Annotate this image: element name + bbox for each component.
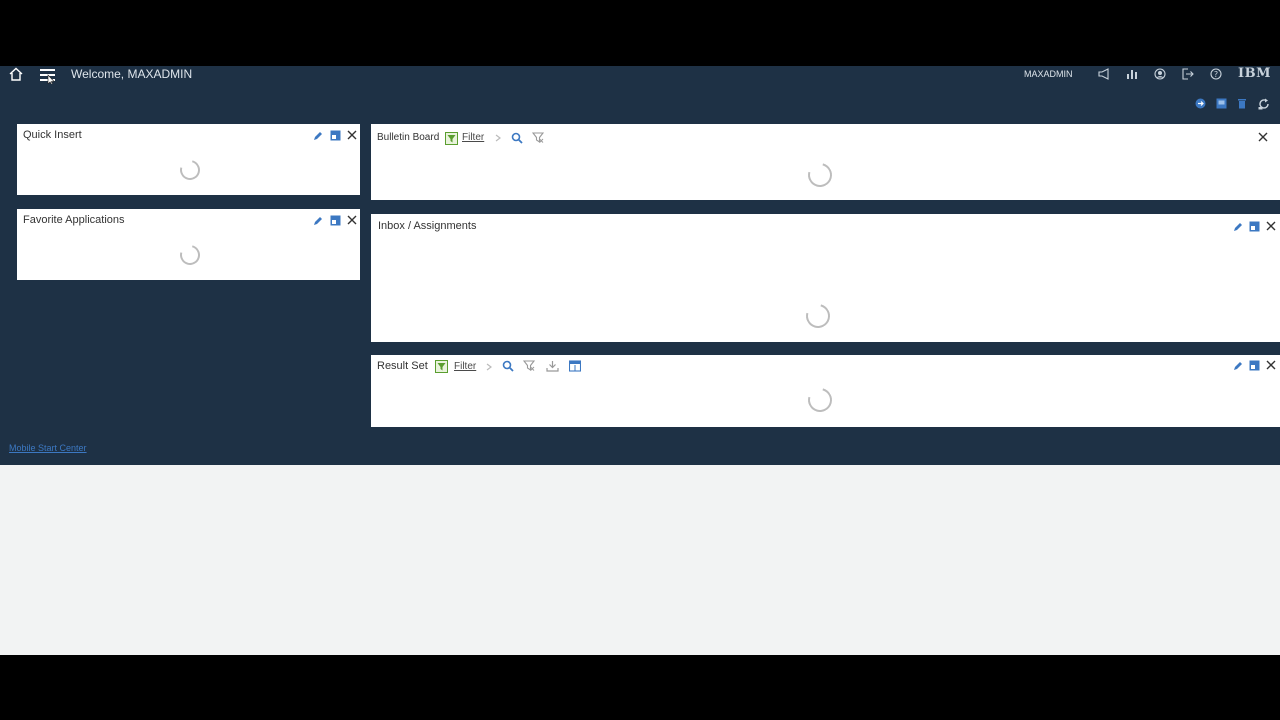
welcome-message: Welcome, MAXADMIN — [71, 67, 193, 81]
go-arrow-icon[interactable] — [1194, 97, 1206, 109]
maximize-icon[interactable] — [1248, 220, 1260, 232]
close-icon[interactable] — [346, 129, 358, 141]
reports-chart-icon[interactable] — [1125, 67, 1139, 81]
top-navigation-bar: Welcome, MAXADMIN MAXADMIN ? IBM — [0, 66, 1280, 84]
refresh-icon[interactable] — [1257, 97, 1270, 110]
sign-out-icon[interactable] — [1181, 67, 1195, 81]
maximo-start-center: Welcome, MAXADMIN MAXADMIN ? IBM Quick I… — [0, 66, 1280, 655]
bulletin-board-portlet: Bulletin Board Filter — [371, 124, 1280, 200]
favorite-applications-title: Favorite Applications — [23, 214, 125, 226]
user-name: MAXADMIN — [1024, 69, 1073, 79]
quick-insert-title: Quick Insert — [23, 129, 82, 141]
delete-icon[interactable] — [1236, 97, 1248, 109]
inbox-assignments-title: Inbox / Assignments — [378, 220, 477, 232]
help-icon[interactable]: ? — [1209, 67, 1223, 81]
download-icon[interactable] — [545, 359, 559, 372]
profile-icon[interactable] — [1153, 67, 1167, 81]
filter-link[interactable]: Filter — [454, 361, 476, 372]
edit-pencil-icon[interactable] — [1232, 360, 1243, 371]
edit-pencil-icon[interactable] — [312, 215, 323, 226]
ibm-logo: IBM — [1238, 66, 1271, 81]
favorite-applications-portlet: Favorite Applications — [17, 209, 360, 280]
layout-icon[interactable] — [1215, 97, 1227, 109]
loading-spinner — [176, 156, 204, 184]
close-icon[interactable] — [1265, 220, 1277, 232]
chevron-right-icon — [494, 133, 502, 142]
inbox-assignments-portlet: Inbox / Assignments — [371, 214, 1280, 342]
megaphone-icon[interactable] — [1097, 67, 1111, 81]
loading-spinner — [801, 299, 835, 333]
result-set-portlet: Result Set Filter — [371, 355, 1280, 427]
close-icon[interactable] — [1257, 131, 1269, 143]
clear-filter-icon[interactable] — [531, 131, 544, 144]
filter-icon[interactable] — [444, 131, 458, 145]
filter-link[interactable]: Filter — [462, 132, 484, 143]
home-icon[interactable] — [8, 66, 24, 82]
start-center-background: Welcome, MAXADMIN MAXADMIN ? IBM Quick I… — [0, 66, 1280, 465]
mobile-start-center-link[interactable]: Mobile Start Center — [9, 443, 87, 453]
maximize-icon[interactable] — [329, 129, 341, 141]
loading-spinner — [803, 158, 837, 192]
svg-text:?: ? — [1214, 70, 1218, 79]
maximize-icon[interactable] — [1248, 359, 1260, 371]
loading-spinner — [803, 383, 837, 417]
table-settings-icon[interactable] — [568, 359, 581, 372]
edit-pencil-icon[interactable] — [312, 130, 323, 141]
maximize-icon[interactable] — [329, 214, 341, 226]
bulletin-board-title: Bulletin Board — [377, 132, 440, 143]
quick-insert-portlet: Quick Insert — [17, 124, 360, 195]
clear-filter-icon[interactable] — [522, 359, 535, 372]
close-icon[interactable] — [346, 214, 358, 226]
search-icon[interactable] — [501, 359, 514, 372]
search-icon[interactable] — [510, 131, 523, 144]
filter-icon[interactable] — [434, 359, 448, 373]
edit-pencil-icon[interactable] — [1232, 221, 1243, 232]
close-icon[interactable] — [1265, 359, 1277, 371]
chevron-right-icon — [485, 362, 493, 371]
loading-spinner — [176, 241, 204, 269]
result-set-title: Result Set — [377, 360, 428, 372]
menu-icon[interactable] — [39, 66, 57, 84]
